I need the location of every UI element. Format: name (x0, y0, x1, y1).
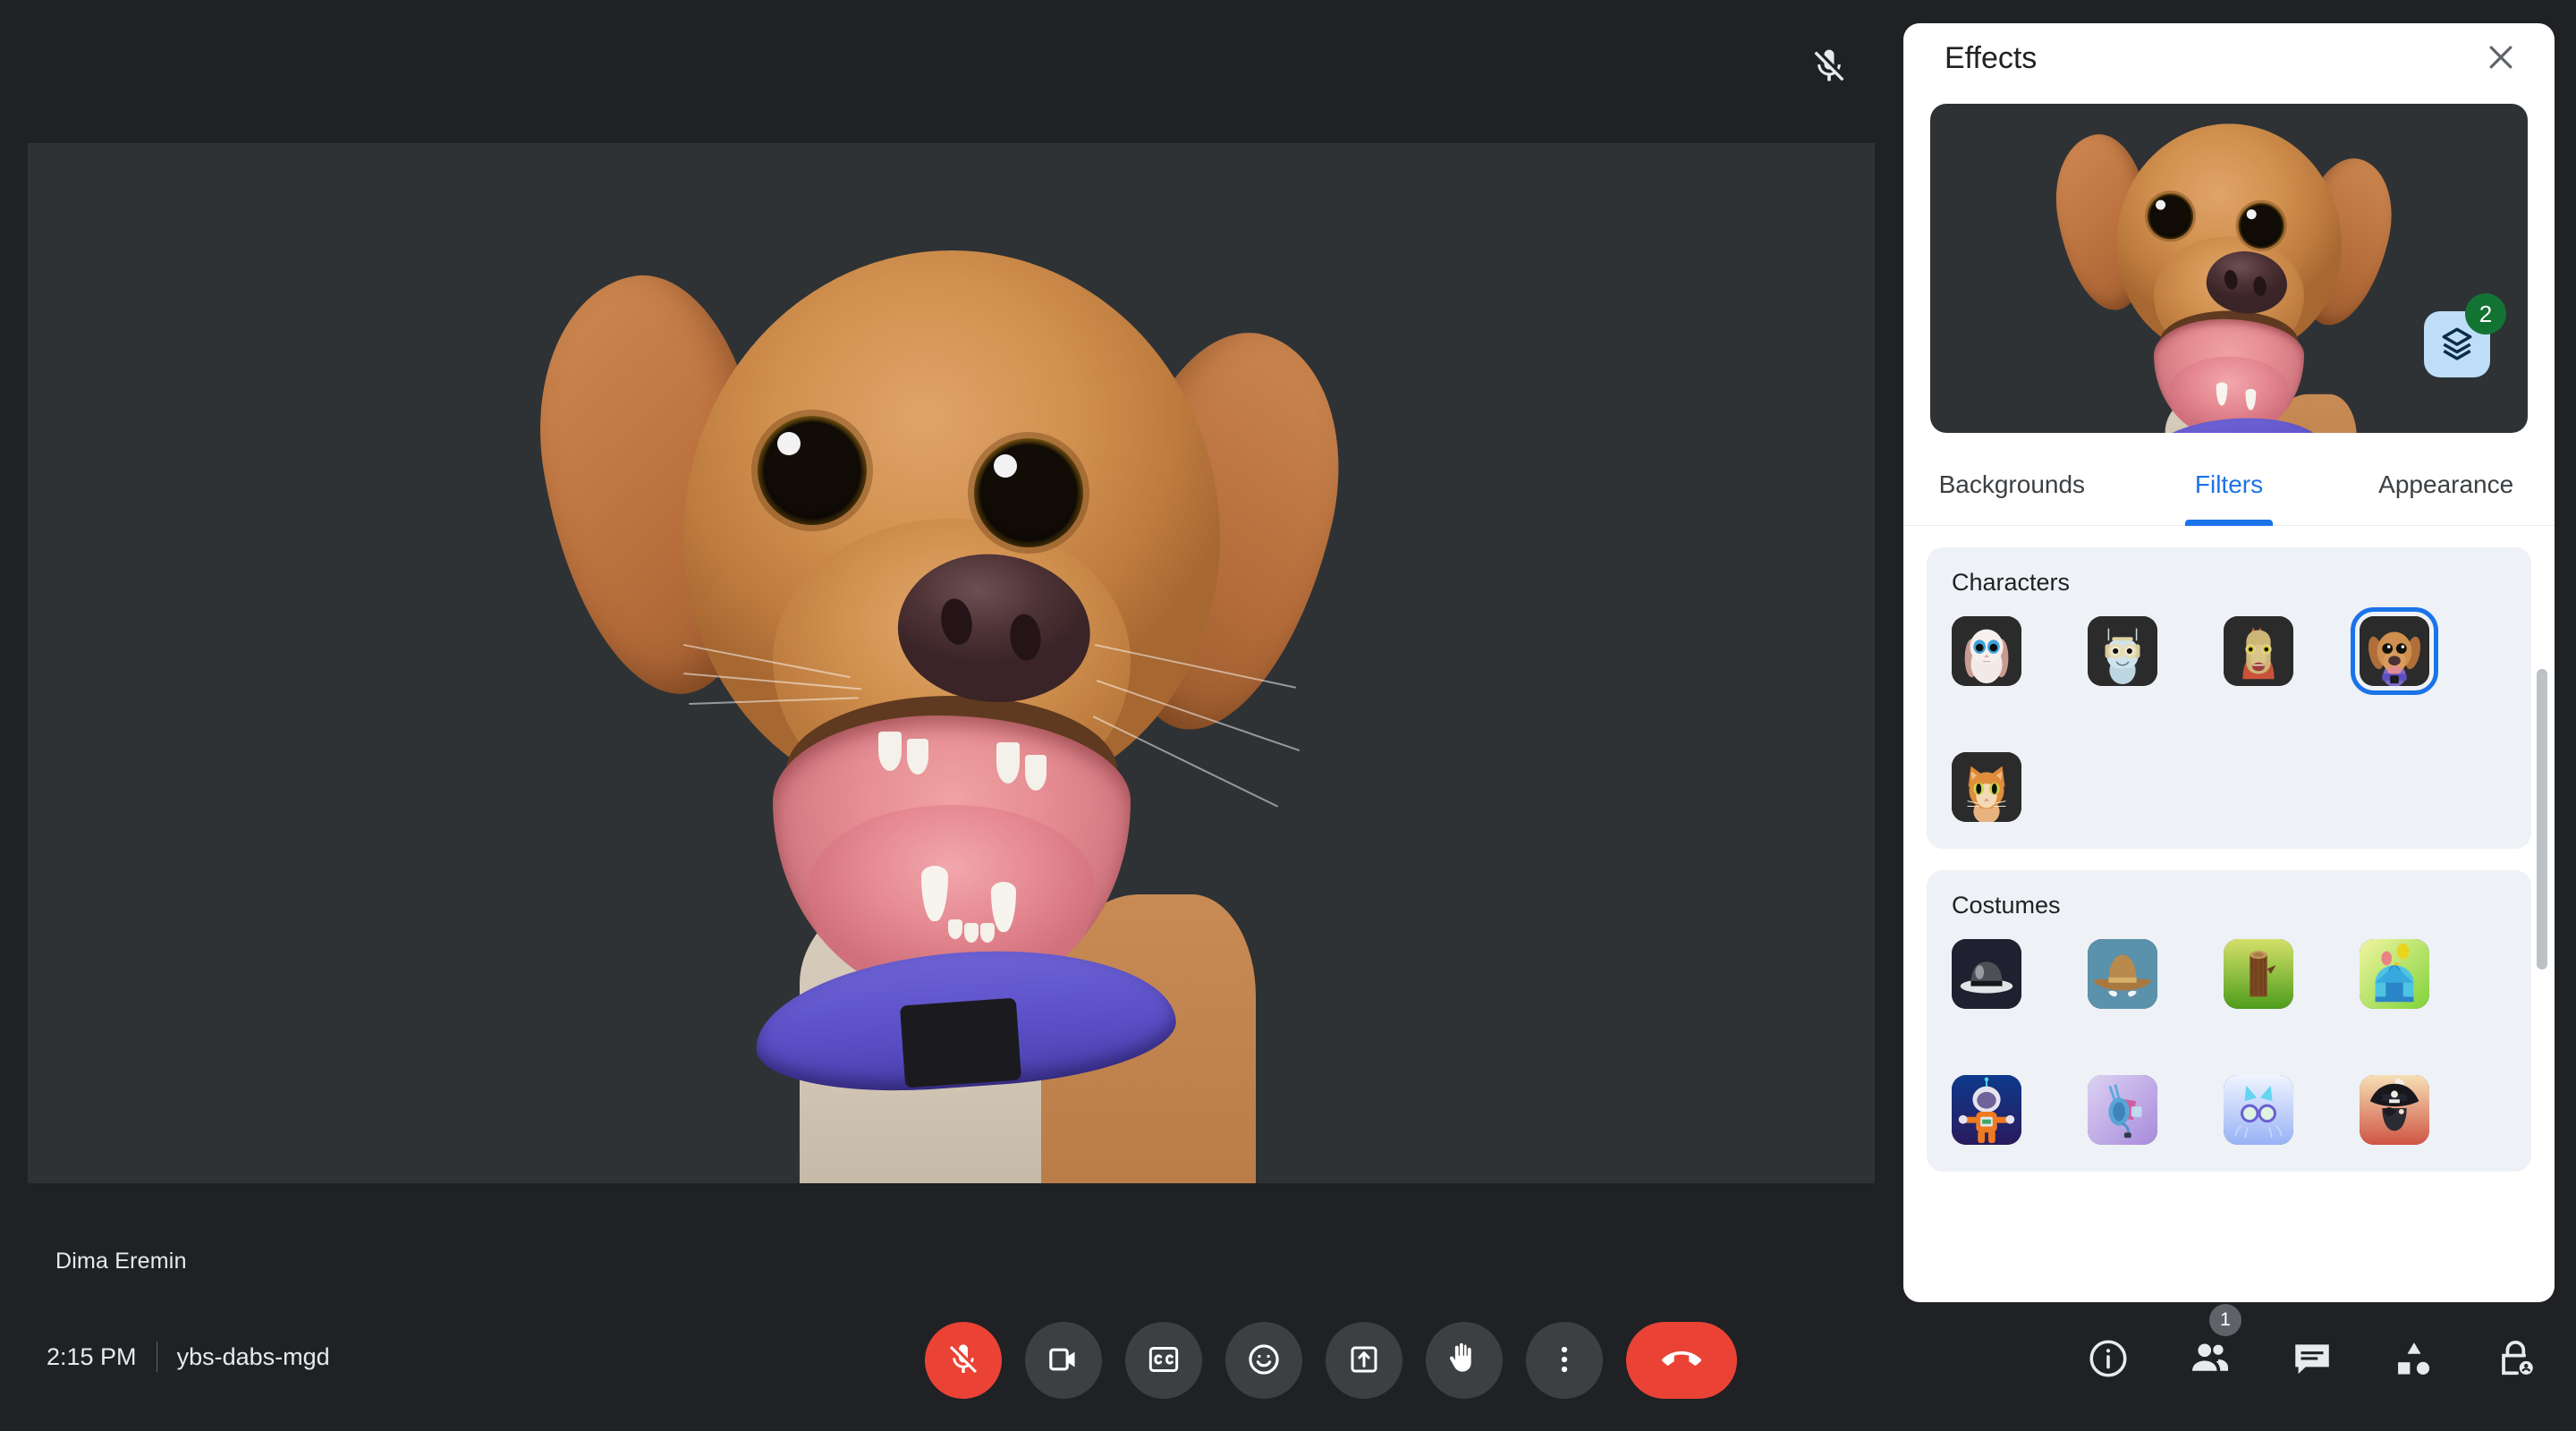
google-meet-window: Dima Eremin 2:15 PM ybs-dabs-mgd 1 Effec… (0, 0, 2576, 1431)
chat-button[interactable] (2286, 1334, 2338, 1386)
raise-hand-button[interactable] (1426, 1322, 1503, 1399)
activities-shapes-icon (2392, 1336, 2436, 1385)
camera-toggle-button[interactable] (1025, 1322, 1102, 1399)
character-cat-thumbnail[interactable] (1952, 752, 2021, 822)
video-camera-icon (1046, 1342, 1081, 1380)
captions-toggle-button[interactable] (1125, 1322, 1202, 1399)
characters-grid (1952, 607, 2506, 822)
call-controls (925, 1322, 1737, 1399)
mic-off-icon (945, 1342, 981, 1380)
present-screen-button[interactable] (1326, 1322, 1402, 1399)
people-count-badge: 1 (2209, 1304, 2241, 1336)
call-end-icon (1662, 1340, 1701, 1382)
costume-cowboy-hat-thumbnail[interactable] (2088, 939, 2157, 1009)
lock-person-icon (2494, 1336, 2538, 1385)
costumes-grid (1952, 939, 2506, 1145)
costume-astronaut-thumbnail[interactable] (1952, 1075, 2021, 1145)
closed-caption-icon (1146, 1342, 1182, 1380)
present-screen-icon (1346, 1342, 1382, 1380)
info-icon (2086, 1336, 2131, 1385)
costume-tree-stump-thumbnail[interactable] (2224, 939, 2293, 1009)
costume-pirate-hat-thumbnail[interactable] (2360, 1075, 2429, 1145)
effects-scroll-area[interactable]: Characters Costumes (1903, 526, 2555, 1302)
chat-bubble-icon (2290, 1336, 2334, 1385)
meeting-info: 2:15 PM ybs-dabs-mgd (47, 1342, 330, 1372)
character-rabbit-thumbnail[interactable] (1952, 616, 2021, 686)
effects-panel: Effects 2 Backgrounds Filters Appearance… (1903, 23, 2555, 1302)
character-dog-thumbnail[interactable] (2351, 607, 2438, 695)
raised-hand-icon (1445, 1341, 1483, 1381)
dog-avatar-render (415, 143, 1488, 1183)
effects-panel-header: Effects (1903, 23, 2555, 93)
section-characters: Characters (1927, 547, 2531, 849)
close-icon (2483, 39, 2519, 78)
effects-scrollbar-thumb[interactable] (2537, 669, 2547, 970)
costume-gaming-headset-thumbnail[interactable] (2088, 1075, 2157, 1145)
clock-time: 2:15 PM (47, 1342, 137, 1370)
host-controls-button[interactable] (2490, 1334, 2542, 1386)
effects-tabs: Backgrounds Filters Appearance (1903, 444, 2555, 526)
effects-panel-title: Effects (1945, 40, 2038, 75)
costume-fedora-hat-thumbnail[interactable] (1952, 939, 2021, 1009)
meeting-code: ybs-dabs-mgd (176, 1342, 330, 1370)
participant-name-label: Dima Eremin (55, 1249, 187, 1274)
costume-cat-glasses-thumbnail[interactable] (2224, 1075, 2293, 1145)
preview-dog-avatar (2004, 104, 2454, 433)
layers-icon (2437, 324, 2477, 366)
more-vert-icon (1546, 1342, 1582, 1380)
self-video-tile[interactable] (28, 143, 1875, 1183)
character-dinosaur-thumbnail[interactable] (2224, 616, 2293, 686)
tab-appearance[interactable]: Appearance (2337, 444, 2555, 525)
layers-count-badge: 2 (2465, 293, 2506, 334)
section-costumes: Costumes (1927, 870, 2531, 1172)
tab-filters[interactable]: Filters (2121, 444, 2338, 525)
end-call-button[interactable] (1626, 1322, 1737, 1399)
emoji-smiley-icon (1245, 1341, 1283, 1381)
people-icon (2188, 1336, 2233, 1385)
video-stage: Dima Eremin (0, 0, 1903, 1431)
microphone-toggle-button[interactable] (925, 1322, 1002, 1399)
activities-button[interactable] (2388, 1334, 2440, 1386)
bottom-bar: 2:15 PM ybs-dabs-mgd 1 (0, 1297, 2576, 1431)
close-effects-panel-button[interactable] (2478, 35, 2524, 81)
tab-backgrounds[interactable]: Backgrounds (1903, 444, 2121, 525)
effects-preview: 2 (1930, 104, 2528, 433)
people-button[interactable]: 1 (2184, 1304, 2241, 1386)
section-title-costumes: Costumes (1952, 892, 2061, 919)
section-title-characters: Characters (1952, 569, 2071, 596)
more-options-button[interactable] (1526, 1322, 1603, 1399)
costume-circus-tent-thumbnail[interactable] (2360, 939, 2429, 1009)
right-controls: 1 (2082, 1304, 2542, 1386)
meeting-details-button[interactable] (2082, 1334, 2134, 1386)
character-robot-thumbnail[interactable] (2088, 616, 2157, 686)
reactions-button[interactable] (1225, 1322, 1302, 1399)
mic-off-indicator-icon (1809, 47, 1849, 86)
